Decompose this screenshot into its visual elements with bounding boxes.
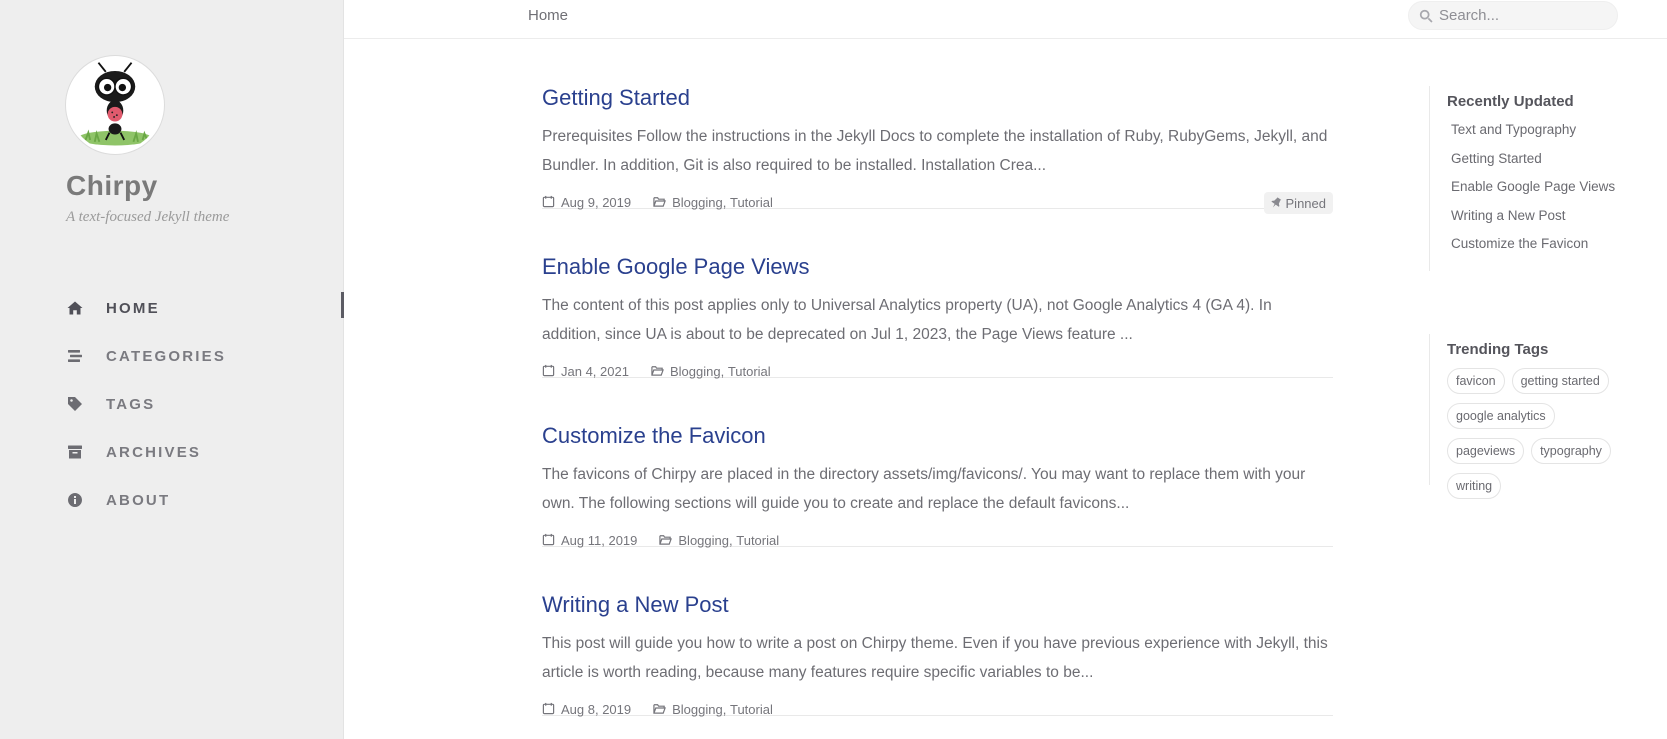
search-box[interactable] <box>1408 1 1618 30</box>
calendar-icon <box>542 533 556 547</box>
topbar: Home <box>344 0 1667 39</box>
category-separator: , <box>722 701 727 717</box>
tag-chip[interactable]: pageviews <box>1447 438 1525 464</box>
search-icon[interactable] <box>1419 9 1433 23</box>
sidebar-item-tags[interactable]: TAGS <box>0 380 344 428</box>
post-card[interactable]: Enable Google Page Views The content of … <box>542 209 1333 379</box>
category-separator: , <box>722 194 727 210</box>
archive-icon <box>66 443 84 461</box>
post-category[interactable]: Tutorial <box>736 533 779 548</box>
sidebar-item-label: TAGS <box>106 395 156 413</box>
folder-open-icon <box>653 702 667 716</box>
post-card[interactable]: Writing a New Post This post will guide … <box>542 547 1333 718</box>
folder-open-icon <box>651 364 665 378</box>
recent-post-link[interactable]: Writing a New Post <box>1451 206 1629 235</box>
panel-heading: Trending Tags <box>1447 341 1549 358</box>
panel-heading: Recently Updated <box>1447 93 1574 110</box>
search-input[interactable] <box>1439 7 1599 24</box>
post-title[interactable]: Enable Google Page Views <box>542 254 809 280</box>
post-category[interactable]: Tutorial <box>730 195 773 210</box>
folder-open-icon <box>653 195 667 209</box>
site-title[interactable]: Chirpy <box>66 170 158 202</box>
tag-chip[interactable]: typography <box>1531 438 1611 464</box>
post-category[interactable]: Blogging <box>670 364 721 379</box>
avatar[interactable] <box>66 56 164 154</box>
tag-chip[interactable]: google analytics <box>1447 403 1555 429</box>
post-date: Aug 9, 2019 <box>561 194 632 210</box>
recent-post-link[interactable]: Enable Google Page Views <box>1451 177 1629 206</box>
breadcrumb: Home <box>528 7 569 24</box>
sidebar-item-archives[interactable]: ARCHIVES <box>0 428 344 476</box>
recent-post-link[interactable]: Getting Started <box>1451 149 1629 178</box>
sidebar-item-categories[interactable]: CATEGORIES <box>0 332 344 380</box>
tag-chip[interactable]: writing <box>1447 473 1502 499</box>
post-title[interactable]: Customize the Favicon <box>542 423 766 449</box>
post-category[interactable]: Tutorial <box>728 364 771 379</box>
trending-tags-panel: Trending Tags favicon getting started go… <box>1429 334 1629 499</box>
tag-icon <box>66 395 84 413</box>
tag-chip[interactable]: getting started <box>1511 368 1609 394</box>
sidebar-item-about[interactable]: ABOUT <box>0 476 344 524</box>
ant-avatar-icon <box>69 59 161 151</box>
sidebar-item-label: CATEGORIES <box>106 347 227 365</box>
recent-post-link[interactable]: Customize the Favicon <box>1451 234 1629 263</box>
sidebar-item-label: HOME <box>106 299 160 317</box>
post-excerpt: Prerequisites Follow the instructions in… <box>542 128 1328 174</box>
tag-chip[interactable]: favicon <box>1447 368 1505 394</box>
post-excerpt: The content of this post applies only to… <box>542 297 1272 343</box>
post-card[interactable]: Customize the Favicon The favicons of Ch… <box>542 378 1333 548</box>
post-category[interactable]: Blogging <box>672 195 723 210</box>
post-excerpt: The favicons of Chirpy are placed in the… <box>542 466 1306 512</box>
thumbtack-icon <box>1270 196 1283 210</box>
calendar-icon <box>542 364 556 378</box>
info-circle-icon <box>66 491 84 509</box>
home-icon <box>66 299 84 317</box>
recently-updated-panel: Recently Updated Text and Typography Get… <box>1429 86 1629 271</box>
post-category[interactable]: Blogging <box>678 533 729 548</box>
sidebar-nav: HOME CATEGORIES TAGS ARCHIVES ABOUT <box>0 284 344 524</box>
calendar-icon <box>542 702 556 716</box>
calendar-icon <box>542 195 556 209</box>
sidebar-item-home[interactable]: HOME <box>0 284 344 332</box>
post-date: Aug 11, 2019 <box>561 532 638 548</box>
post-title[interactable]: Writing a New Post <box>542 592 729 618</box>
recently-updated-list: Text and Typography Getting Started Enab… <box>1447 120 1629 263</box>
post-date: Aug 8, 2019 <box>561 701 632 717</box>
sidebar: Chirpy A text-focused Jekyll theme HOME … <box>0 0 344 739</box>
folder-open-icon <box>659 533 673 547</box>
category-separator: , <box>720 363 725 379</box>
post-meta: Aug 8, 2019 Blogging, Tutorial <box>542 700 773 718</box>
post-title[interactable]: Getting Started <box>542 85 690 111</box>
stream-icon <box>66 347 84 365</box>
post-date: Jan 4, 2021 <box>561 363 629 379</box>
tag-cloud: favicon getting started google analytics… <box>1447 368 1627 508</box>
post-card[interactable]: Getting Started Prerequisites Follow the… <box>542 40 1333 214</box>
recent-post-link[interactable]: Text and Typography <box>1451 120 1629 149</box>
post-category[interactable]: Tutorial <box>730 702 773 717</box>
sidebar-item-label: ARCHIVES <box>106 443 202 461</box>
post-list: Getting Started Prerequisites Follow the… <box>542 40 1333 718</box>
category-separator: , <box>729 532 733 548</box>
sidebar-item-label: ABOUT <box>106 491 171 509</box>
post-category[interactable]: Blogging <box>672 702 723 717</box>
site-subtitle: A text-focused Jekyll theme <box>66 209 230 225</box>
post-excerpt: This post will guide you how to write a … <box>542 635 1328 681</box>
